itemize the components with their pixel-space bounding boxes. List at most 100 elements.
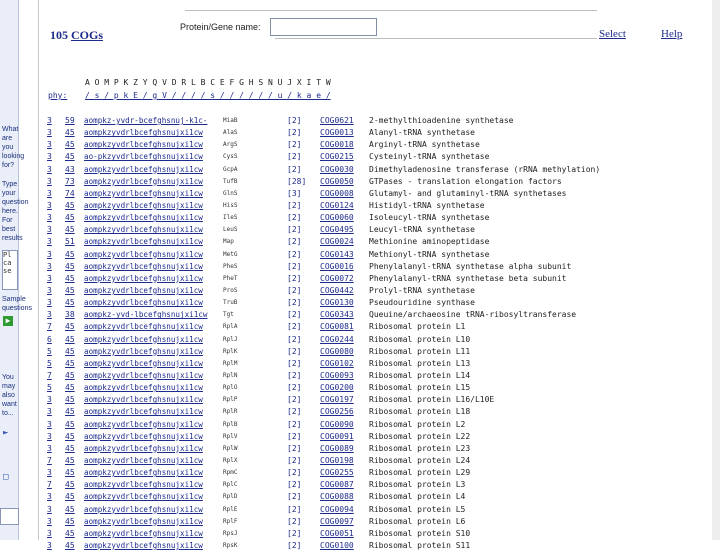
row-number-link[interactable]: 45 xyxy=(65,249,79,261)
row-count-link[interactable]: 6 xyxy=(47,334,55,346)
phylogenetic-pattern-link[interactable]: aompkzyvdrlbcefghsnujxi1cw xyxy=(84,212,203,224)
row-number-link[interactable]: 51 xyxy=(65,236,79,248)
cog-id-link[interactable]: COG0050 xyxy=(320,176,354,188)
row-number-link[interactable]: 45 xyxy=(65,394,79,406)
cog-id-link[interactable]: COG0081 xyxy=(320,321,354,333)
row-number-link[interactable]: 73 xyxy=(65,176,79,188)
phylogenetic-pattern-link[interactable]: aompkzyvdrlbcefghsnujxi1cw xyxy=(84,261,203,273)
sequence-count-link[interactable]: [2] xyxy=(287,285,301,297)
cog-id-link[interactable]: COG0087 xyxy=(320,479,354,491)
cog-id-link[interactable]: COG0088 xyxy=(320,491,354,503)
sequence-count-link[interactable]: [2] xyxy=(287,297,301,309)
phylogenetic-pattern-link[interactable]: aompkzyvdrlbcefghsnujxi1cw xyxy=(84,467,203,479)
cog-id-link[interactable]: COG0255 xyxy=(320,467,354,479)
row-number-link[interactable]: 45 xyxy=(65,443,79,455)
sequence-count-link[interactable]: [2] xyxy=(287,406,301,418)
side-search-input[interactable]: Pl ca se xyxy=(2,250,18,290)
sequence-count-link[interactable]: [2] xyxy=(287,419,301,431)
assistant-icon[interactable]: ► xyxy=(3,428,8,438)
phylogenetic-pattern-link[interactable]: aompkzyvdrlbcefghsnujxi1cw xyxy=(84,516,203,528)
cog-id-link[interactable]: COG0200 xyxy=(320,382,354,394)
row-count-link[interactable]: 3 xyxy=(47,236,55,248)
sequence-count-link[interactable]: [28] xyxy=(287,176,306,188)
sequence-count-link[interactable]: [2] xyxy=(287,309,301,321)
row-number-link[interactable]: 45 xyxy=(65,431,79,443)
cog-id-link[interactable]: COG0051 xyxy=(320,528,354,540)
phylogenetic-pattern-link[interactable]: aompkzyvdrlbcefghsnujxi1cw xyxy=(84,334,203,346)
phylogenetic-pattern-link[interactable]: ao-pkzyvdrlbcefghsnujxi1cw xyxy=(84,151,203,163)
row-count-link[interactable]: 7 xyxy=(47,321,55,333)
row-number-link[interactable]: 45 xyxy=(65,406,79,418)
row-count-link[interactable]: 3 xyxy=(47,516,55,528)
phylogenetic-pattern-link[interactable]: aompkzyvdrlbcefghsnujxi1cw xyxy=(84,431,203,443)
cog-id-link[interactable]: COG0094 xyxy=(320,504,354,516)
row-count-link[interactable]: 3 xyxy=(47,249,55,261)
row-number-link[interactable]: 45 xyxy=(65,127,79,139)
sequence-count-link[interactable]: [2] xyxy=(287,200,301,212)
row-count-link[interactable]: 3 xyxy=(47,406,55,418)
row-count-link[interactable]: 3 xyxy=(47,164,55,176)
phylogenetic-pattern-link[interactable]: aompkzyvdrlbcefghsnujxi1cw xyxy=(84,370,203,382)
phylogenetic-pattern-link[interactable]: aompkzyvdrlbcefghsnujxi1cw xyxy=(84,164,203,176)
row-count-link[interactable]: 3 xyxy=(47,139,55,151)
row-number-link[interactable]: 45 xyxy=(65,285,79,297)
go-arrow-icon[interactable]: ▶ xyxy=(3,316,13,326)
organism-links-row[interactable]: / s / p k E / g V / / / / s / / / / / / … xyxy=(85,91,331,100)
row-count-link[interactable]: 3 xyxy=(47,115,55,127)
row-count-link[interactable]: 3 xyxy=(47,528,55,540)
row-count-link[interactable]: 5 xyxy=(47,346,55,358)
sequence-count-link[interactable]: [2] xyxy=(287,540,301,552)
cog-id-link[interactable]: COG0256 xyxy=(320,406,354,418)
phylogenetic-pattern-link[interactable]: aompkzyvdrlbcefghsnujxi1cw xyxy=(84,127,203,139)
row-number-link[interactable]: 45 xyxy=(65,346,79,358)
phylogenetic-pattern-link[interactable]: aompkzyvdrlbcefghsnujxi1cw xyxy=(84,358,203,370)
sequence-count-link[interactable]: [2] xyxy=(287,443,301,455)
cog-id-link[interactable]: COG0215 xyxy=(320,151,354,163)
document-icon[interactable]: □ xyxy=(3,472,8,482)
phylogenetic-pattern-link[interactable]: aompkzyvdrlbcefghsnujxi1cw xyxy=(84,297,203,309)
row-number-link[interactable]: 45 xyxy=(65,224,79,236)
sequence-count-link[interactable]: [2] xyxy=(287,358,301,370)
cog-id-link[interactable]: COG0130 xyxy=(320,297,354,309)
row-number-link[interactable]: 45 xyxy=(65,540,79,552)
phylogenetic-pattern-link[interactable]: aompkzyvdrlbcefghsnujxi1cw xyxy=(84,419,203,431)
row-number-link[interactable]: 45 xyxy=(65,321,79,333)
row-count-link[interactable]: 3 xyxy=(47,224,55,236)
sequence-count-link[interactable]: [2] xyxy=(287,212,301,224)
sequence-count-link[interactable]: [2] xyxy=(287,127,301,139)
row-number-link[interactable]: 45 xyxy=(65,297,79,309)
row-count-link[interactable]: 3 xyxy=(47,212,55,224)
row-number-link[interactable]: 74 xyxy=(65,188,79,200)
cog-id-link[interactable]: COG0343 xyxy=(320,309,354,321)
phylogenetic-pattern-link[interactable]: aompkzyvdrlbcefghsnujxi1cw xyxy=(84,236,203,248)
row-count-link[interactable]: 3 xyxy=(47,176,55,188)
row-number-link[interactable]: 38 xyxy=(65,309,79,321)
phylogenetic-pattern-link[interactable]: aompkzyvdrlbcefghsnujxi1cw xyxy=(84,394,203,406)
row-number-link[interactable]: 45 xyxy=(65,200,79,212)
cog-id-link[interactable]: COG0124 xyxy=(320,200,354,212)
side-sample-link[interactable]: Sample questions xyxy=(2,295,32,313)
phylogenetic-pattern-link[interactable]: aompkzyvdrlbcefghsnujxi1cw xyxy=(84,224,203,236)
row-count-link[interactable]: 7 xyxy=(47,455,55,467)
row-number-link[interactable]: 45 xyxy=(65,273,79,285)
row-count-link[interactable]: 7 xyxy=(47,479,55,491)
sequence-count-link[interactable]: [2] xyxy=(287,455,301,467)
sequence-count-link[interactable]: [2] xyxy=(287,346,301,358)
cog-id-link[interactable]: COG0089 xyxy=(320,443,354,455)
sequence-count-link[interactable]: [2] xyxy=(287,236,301,248)
cog-id-link[interactable]: COG0091 xyxy=(320,431,354,443)
sequence-count-link[interactable]: [2] xyxy=(287,115,301,127)
phylogenetic-pattern-link[interactable]: aompkzyvdrlbcefghsnujxi1cw xyxy=(84,479,203,491)
sequence-count-link[interactable]: [2] xyxy=(287,273,301,285)
sequence-count-link[interactable]: [2] xyxy=(287,504,301,516)
cog-id-link[interactable]: COG0143 xyxy=(320,249,354,261)
row-number-link[interactable]: 45 xyxy=(65,455,79,467)
cog-id-link[interactable]: COG0024 xyxy=(320,236,354,248)
row-number-link[interactable]: 45 xyxy=(65,370,79,382)
sequence-count-link[interactable]: [2] xyxy=(287,479,301,491)
row-count-link[interactable]: 3 xyxy=(47,491,55,503)
cog-id-link[interactable]: COG0072 xyxy=(320,273,354,285)
cog-id-link[interactable]: COG0060 xyxy=(320,212,354,224)
phy-link[interactable]: phy: xyxy=(48,91,67,100)
row-number-link[interactable]: 45 xyxy=(65,151,79,163)
